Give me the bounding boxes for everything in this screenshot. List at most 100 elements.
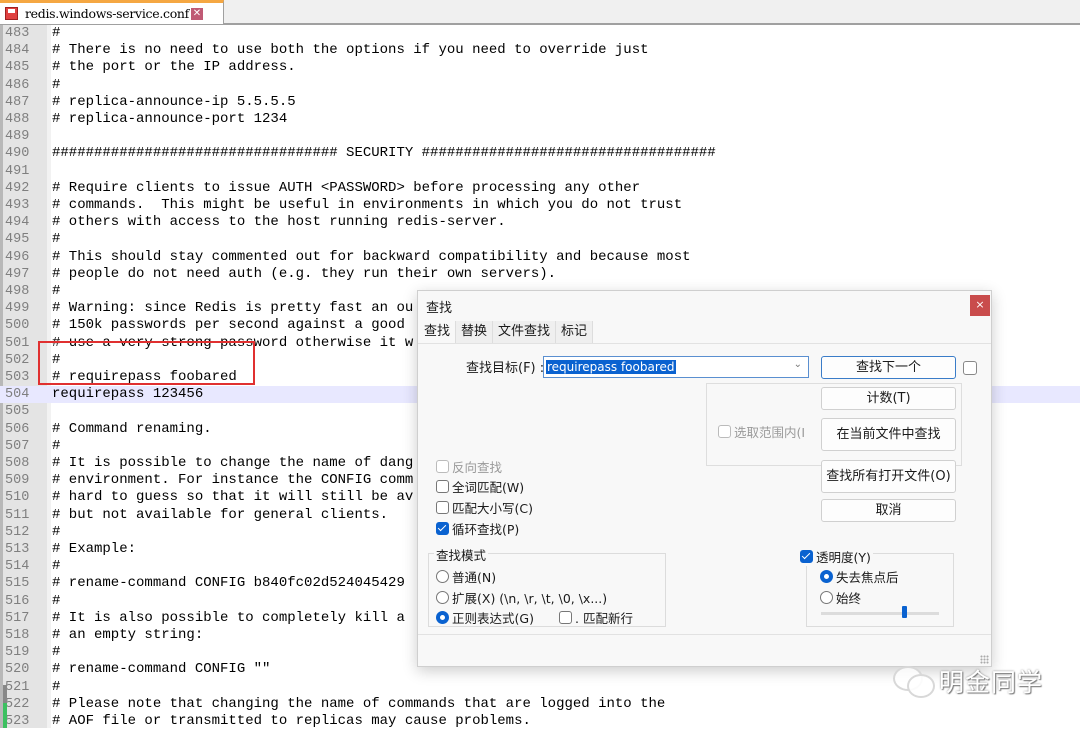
code-line[interactable]: 490 ################################## SE… — [0, 145, 1080, 162]
code-line[interactable]: 523 # AOF file or transmitted to replicas… — [0, 713, 1080, 730]
mode-normal-radio[interactable]: 普通(N) — [436, 567, 496, 586]
line-number: 485 — [5, 60, 30, 76]
code-line[interactable]: 496 # This should stay commented out for … — [0, 249, 1080, 266]
line-number: 506 — [5, 421, 30, 437]
tab-find-in-files[interactable]: 文件查找 — [493, 321, 557, 343]
line-number: 495 — [5, 232, 30, 248]
watermark-text: 明金同学 — [939, 668, 1044, 697]
line-text: # — [52, 25, 61, 41]
line-text: # others with access to the host running… — [52, 214, 506, 231]
code-line[interactable]: 497 # people do not need auth (e.g. they … — [0, 266, 1080, 283]
dot-matches-newline-checkbox[interactable]: . 匹配新行 — [559, 608, 633, 627]
tab-replace[interactable]: 替换 — [456, 321, 494, 343]
line-number: 491 — [5, 163, 30, 179]
code-line[interactable]: 486 # — [0, 77, 1080, 94]
line-text: # There is no need to use both the optio… — [52, 42, 649, 59]
code-line[interactable]: 488 # replica-announce-port 1234 — [0, 111, 1080, 128]
line-number: 512 — [5, 524, 30, 540]
status-divider — [418, 634, 991, 635]
code-line[interactable]: 495 # — [0, 231, 1080, 248]
find-what-value: requirepass foobared — [546, 360, 676, 374]
line-text: ################################## SECUR… — [52, 145, 716, 162]
radio-dot — [436, 570, 449, 583]
code-line[interactable]: 489 — [0, 128, 1080, 145]
transparency-slider-thumb[interactable] — [901, 606, 907, 618]
line-text: # commands. This might be useful in envi… — [52, 197, 683, 213]
line-text: # — [52, 437, 61, 454]
wechat-icon — [893, 664, 935, 698]
file-tab-label: redis.windows-service.conf — [25, 6, 189, 21]
line-number: 514 — [5, 559, 30, 575]
tab-find[interactable]: 查找 — [419, 321, 457, 343]
line-number: 493 — [5, 198, 30, 213]
line-text: # rename-command CONFIG b840fc02d5240454… — [52, 575, 405, 592]
cancel-button[interactable]: 取消 — [821, 499, 956, 522]
code-line[interactable]: 484 # There is no need to use both the op… — [0, 42, 1080, 59]
code-line[interactable]: 492 # Require clients to issue AUTH <PASS… — [0, 180, 1080, 197]
whole-word-label: 全词匹配(W) — [452, 480, 525, 495]
line-text: # an empty string: — [52, 627, 204, 643]
line-number: 492 — [5, 180, 30, 196]
line-text: # people do not need auth (e.g. they run… — [52, 265, 557, 282]
on-losing-focus-radio[interactable]: 失去焦点后 — [820, 567, 899, 586]
code-line[interactable]: 487 # replica-announce-ip 5.5.5.5 — [0, 94, 1080, 111]
file-tab[interactable]: redis.windows-service.conf ✕ — [0, 0, 224, 24]
line-number: 505 — [5, 404, 30, 420]
radio-selected-icon — [820, 570, 833, 583]
find-in-current-file-button[interactable]: 在当前文件中查找 — [821, 418, 956, 451]
transparency-label: 透明度(Y) — [816, 550, 871, 565]
code-line[interactable]: 494 # others with access to the host runn… — [0, 214, 1080, 231]
dialog-title: 查找 — [426, 301, 453, 316]
change-marker — [3, 685, 7, 703]
whole-word-checkbox[interactable]: 全词匹配(W) — [436, 477, 524, 496]
code-line[interactable]: 493 # commands. This might be useful in e… — [0, 197, 1080, 214]
wrap-around-checkbox[interactable]: 循环查找(P) — [436, 519, 519, 538]
line-number: 483 — [5, 26, 30, 41]
line-text: # replica-announce-ip 5.5.5.5 — [52, 93, 296, 110]
tab-mark[interactable]: 标记 — [556, 321, 594, 343]
mode-normal-label: 普通(N) — [452, 570, 497, 585]
dialog-close-button[interactable]: × — [970, 295, 990, 316]
line-text: # the port or the IP address. — [52, 59, 296, 76]
chevron-down-icon[interactable]: ⌄ — [794, 359, 802, 370]
reverse-search-checkbox[interactable]: 反向查找 — [436, 457, 502, 476]
line-number: 484 — [5, 43, 30, 59]
match-case-checkbox[interactable]: 匹配大小写(C) — [436, 498, 533, 517]
mode-extended-label: 扩展(X) (\n, \r, \t, \0, \x...) — [452, 591, 608, 606]
line-text: # AOF file or transmitted to replicas ma… — [52, 713, 531, 729]
tab-close-icon[interactable]: ✕ — [191, 7, 203, 20]
line-text: requirepass 123456 — [52, 386, 204, 403]
checkbox-checked-icon — [800, 550, 813, 563]
find-what-input[interactable]: requirepass foobared ⌄ — [543, 356, 809, 378]
line-text: # 150k passwords per second against a go… — [52, 317, 405, 334]
transparency-checkbox[interactable]: 透明度(Y) — [800, 547, 873, 566]
mode-regex-radio[interactable]: 正则表达式(G) — [436, 608, 534, 627]
transparency-slider[interactable] — [821, 612, 939, 615]
checkbox-checked-icon — [436, 522, 449, 535]
line-number: 494 — [5, 215, 30, 231]
line-number: 498 — [5, 284, 30, 299]
checkbox-box — [718, 425, 731, 438]
find-next-option-checkbox[interactable] — [963, 361, 977, 375]
line-text: # Command renaming. — [52, 420, 212, 437]
line-number: 515 — [5, 576, 30, 592]
line-text: # This should stay commented out for bac… — [52, 248, 691, 265]
line-number: 487 — [5, 94, 30, 110]
code-line[interactable]: 485 # the port or the IP address. — [0, 59, 1080, 76]
find-next-button[interactable]: 查找下一个 — [821, 356, 956, 379]
radio-dot — [436, 591, 449, 604]
radio-dot — [820, 591, 833, 604]
line-number: 496 — [5, 249, 30, 265]
line-number: 516 — [5, 593, 30, 609]
find-all-open-files-button[interactable]: 查找所有打开文件(O) — [821, 460, 956, 493]
tab-bar: redis.windows-service.conf ✕ — [0, 0, 1080, 25]
always-radio[interactable]: 始终 — [820, 588, 861, 607]
in-selection-checkbox[interactable]: 选取范围内(I — [718, 422, 805, 441]
line-number: 489 — [5, 129, 30, 145]
mode-extended-radio[interactable]: 扩展(X) (\n, \r, \t, \0, \x...) — [436, 588, 607, 607]
count-button[interactable]: 计数(T) — [821, 387, 956, 410]
code-line[interactable]: 491 — [0, 163, 1080, 180]
find-what-label: 查找目标(F) : — [466, 361, 545, 376]
code-line[interactable]: 483 # — [0, 25, 1080, 42]
line-text: # — [52, 592, 61, 609]
